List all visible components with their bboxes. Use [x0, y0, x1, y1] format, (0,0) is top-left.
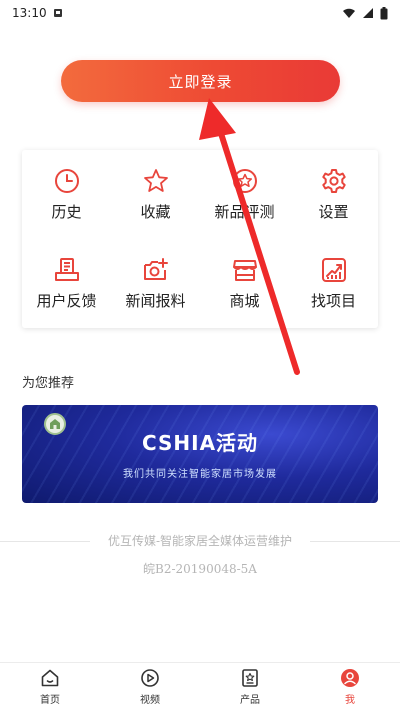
tab-label: 视频	[140, 695, 160, 706]
tab-products[interactable]: 产品	[200, 668, 300, 706]
menu-item-feedback[interactable]: 用户反馈	[22, 239, 111, 328]
menu-label: 用户反馈	[36, 292, 97, 310]
menu-item-favorites[interactable]: 收藏	[111, 150, 200, 239]
home-icon	[41, 669, 59, 687]
menu-grid: 历史 收藏 新品评测 设置 用户反馈 新闻报料 商城 找项目	[22, 150, 378, 328]
tab-home[interactable]: 首页	[0, 668, 100, 706]
recommend-title: 为您推荐	[22, 376, 75, 391]
menu-item-shop[interactable]: 商城	[200, 239, 289, 328]
status-time: 13:10	[12, 6, 47, 20]
menu-label: 新品评测	[214, 203, 275, 221]
signal-icon	[363, 8, 373, 18]
clock-icon	[54, 169, 79, 193]
promo-banner[interactable]: CSHIA活动 我们共同关注智能家居市场发展	[22, 405, 378, 503]
menu-item-news-tip[interactable]: 新闻报料	[111, 239, 200, 328]
camera-plus-icon	[143, 258, 168, 280]
badge-star-icon	[232, 169, 257, 193]
feedback-icon	[54, 258, 79, 281]
user-icon	[341, 669, 359, 687]
shop-icon	[232, 260, 257, 281]
banner-title: CSHIA活动	[141, 431, 259, 455]
menu-label: 历史	[51, 203, 82, 221]
notification-icon	[53, 9, 62, 17]
tab-label: 产品	[240, 695, 260, 706]
menu-label: 收藏	[140, 203, 171, 221]
status-right	[342, 6, 388, 20]
wifi-icon	[343, 8, 355, 18]
star-icon	[143, 169, 168, 192]
login-button[interactable]: 立即登录	[61, 60, 340, 102]
menu-item-find-project[interactable]: 找项目	[289, 239, 378, 328]
play-icon	[141, 669, 159, 687]
gear-icon	[321, 169, 346, 193]
tab-me[interactable]: 我	[300, 668, 400, 706]
menu-item-reviews[interactable]: 新品评测	[200, 150, 289, 239]
menu-item-history[interactable]: 历史	[22, 150, 111, 239]
menu-item-settings[interactable]: 设置	[289, 150, 378, 239]
menu-label: 找项目	[310, 292, 356, 310]
footer-license: 皖B2-20190048-5A	[143, 562, 257, 576]
menu-label: 新闻报料	[125, 292, 186, 310]
battery-icon	[380, 6, 388, 19]
status-bar: 13:10	[0, 0, 400, 26]
bottom-tab-bar: 首页 视频 产品 我	[0, 662, 400, 711]
footer-company: 优互传媒-智能家居全媒体运营维护	[107, 534, 293, 548]
tab-label: 我	[345, 695, 355, 706]
banner-subtitle: 我们共同关注智能家居市场发展	[123, 469, 277, 480]
status-left: 13:10	[12, 6, 63, 20]
annotation-arrow	[199, 98, 300, 375]
chart-icon	[321, 258, 346, 282]
menu-label: 设置	[318, 203, 349, 221]
tab-video[interactable]: 视频	[100, 668, 200, 706]
product-icon	[242, 669, 258, 687]
tab-label: 首页	[40, 695, 60, 706]
menu-label: 商城	[229, 292, 260, 310]
